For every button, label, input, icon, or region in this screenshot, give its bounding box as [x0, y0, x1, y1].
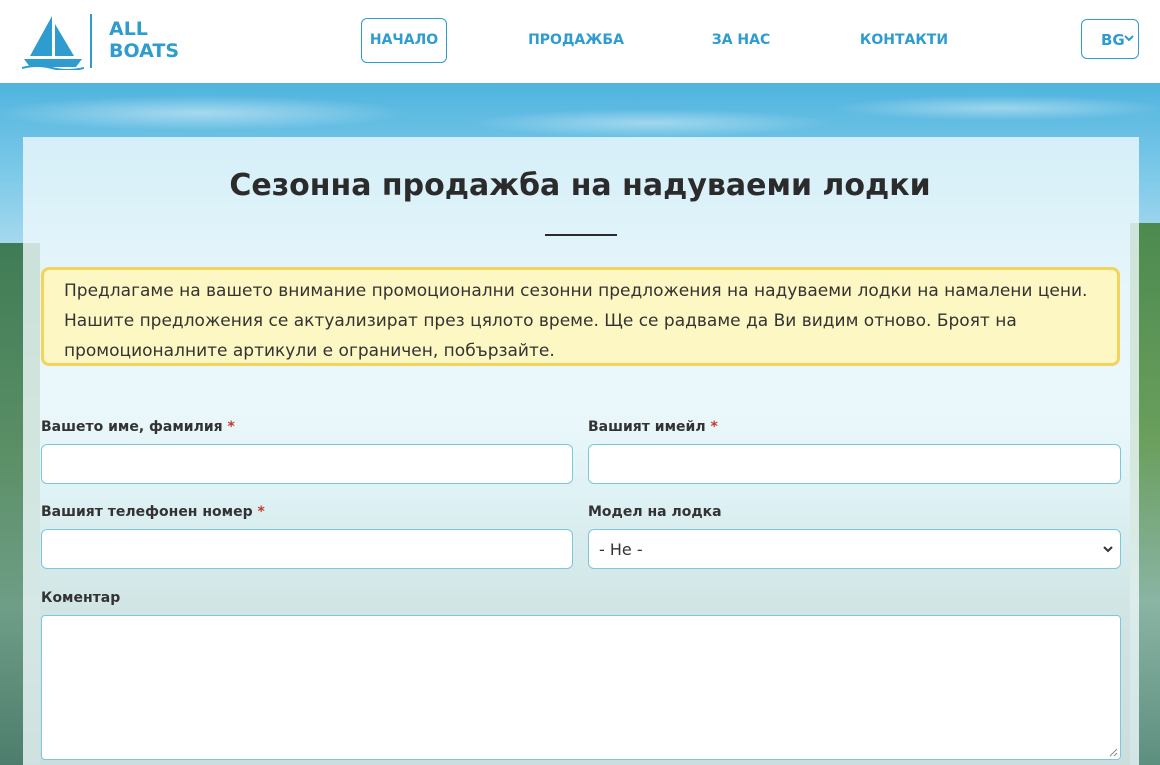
- notice-line-1: Предлагаме на вашето внимание промоциона…: [64, 281, 1088, 301]
- language-selector[interactable]: BG: [1081, 19, 1139, 59]
- sky-clouds: [0, 83, 1160, 143]
- phone-input[interactable]: [41, 529, 573, 569]
- nav-item-about[interactable]: ЗА НАС: [700, 18, 782, 63]
- resize-handle-icon[interactable]: [1108, 747, 1118, 757]
- site-header: ALL BOATS НАЧАЛО ПРОДАЖБА ЗА НАС КОНТАКТ…: [0, 0, 1160, 83]
- boat-model-selected: - Не -: [599, 540, 643, 559]
- name-field-label: Вашето име, фамилия *: [41, 419, 235, 435]
- brand-logo[interactable]: ALL BOATS: [22, 12, 192, 70]
- brand-line-1: ALL: [109, 18, 148, 40]
- promo-notice: Предлагаме на вашето внимание промоциона…: [41, 267, 1120, 366]
- brand-line-2: BOATS: [109, 40, 179, 62]
- email-field-label: Вашият имейл *: [588, 419, 718, 435]
- nav-item-home[interactable]: НАЧАЛО: [361, 18, 447, 63]
- comment-textarea[interactable]: [41, 615, 1121, 760]
- nav-item-sales[interactable]: ПРОДАЖБА: [520, 18, 632, 63]
- chevron-down-icon: [1124, 35, 1134, 42]
- required-mark: *: [227, 419, 235, 435]
- brand-name: ALL BOATS: [109, 18, 179, 62]
- page-title: Сезонна продажба на надуваеми лодки: [229, 168, 931, 203]
- model-field-label: Модел на лодка: [588, 504, 722, 520]
- logo-divider: [90, 14, 92, 68]
- phone-label-text: Вашият телефонен номер: [41, 504, 253, 520]
- email-input[interactable]: [588, 444, 1121, 484]
- required-mark: *: [257, 504, 265, 520]
- title-underline: [545, 234, 617, 236]
- sailboat-icon: [22, 16, 84, 70]
- phone-field-label: Вашият телефонен номер *: [41, 504, 265, 520]
- comment-field-label: Коментар: [41, 590, 121, 606]
- nav-item-contacts[interactable]: КОНТАКТИ: [852, 18, 956, 63]
- required-mark: *: [710, 419, 718, 435]
- chevron-down-icon: [1103, 546, 1113, 553]
- name-input[interactable]: [41, 444, 573, 484]
- email-label-text: Вашият имейл: [588, 419, 706, 435]
- language-label: BG: [1101, 31, 1125, 49]
- name-label-text: Вашето име, фамилия: [41, 419, 223, 435]
- boat-model-select[interactable]: - Не -: [588, 529, 1121, 569]
- notice-line-2: Нашите предложения се актуализират през …: [64, 311, 1017, 331]
- notice-line-3: промоционалните артикули е ограничен, по…: [64, 341, 555, 361]
